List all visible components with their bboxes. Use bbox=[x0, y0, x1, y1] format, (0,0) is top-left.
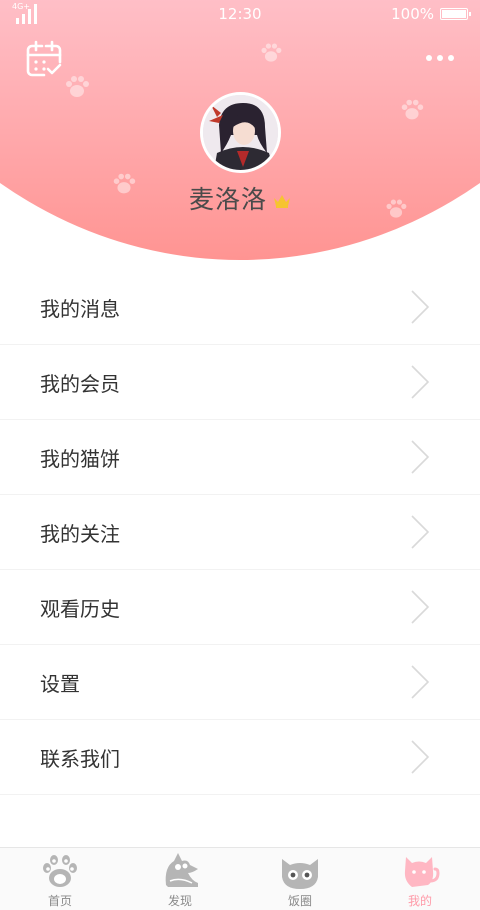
paw-icon bbox=[43, 855, 77, 887]
dot-icon bbox=[426, 55, 432, 61]
battery-icon bbox=[440, 8, 471, 20]
profile-menu: 我的消息 我的会员 我的猫饼 我的关注 观看历史 设置 联系我们 bbox=[0, 270, 480, 795]
dot-icon bbox=[437, 55, 443, 61]
menu-item-label: 观看历史 bbox=[40, 596, 120, 621]
cat-face-icon bbox=[282, 859, 318, 889]
chevron-right-icon bbox=[411, 290, 430, 324]
tab-label: 我的 bbox=[407, 894, 432, 908]
bottom-tab-bar: 首页 发现 饭圈 我的 bbox=[0, 847, 480, 910]
menu-item-messages[interactable]: 我的消息 bbox=[0, 270, 480, 345]
chevron-right-icon bbox=[411, 365, 430, 399]
battery-status: 100% bbox=[391, 5, 471, 23]
tab-label: 首页 bbox=[47, 894, 72, 908]
cat-me-icon bbox=[404, 857, 440, 887]
menu-item-settings[interactable]: 设置 bbox=[0, 645, 480, 720]
chevron-right-icon bbox=[411, 740, 430, 774]
tab-me[interactable]: 我的 bbox=[360, 848, 480, 910]
menu-item-watch-history[interactable]: 观看历史 bbox=[0, 570, 480, 645]
menu-item-label: 设置 bbox=[40, 671, 80, 696]
crown-icon bbox=[274, 195, 290, 208]
avatar[interactable] bbox=[200, 92, 281, 173]
menu-item-following[interactable]: 我的关注 bbox=[0, 495, 480, 570]
more-options-button[interactable] bbox=[420, 48, 460, 68]
dot-icon bbox=[448, 55, 454, 61]
status-bar: 4G+ 12:30 100% bbox=[0, 0, 480, 28]
tab-fan-circle[interactable]: 饭圈 bbox=[240, 848, 360, 910]
menu-item-contact-us[interactable]: 联系我们 bbox=[0, 720, 480, 795]
paw-decoration-icon bbox=[261, 43, 282, 62]
tab-label: 发现 bbox=[167, 894, 192, 908]
chevron-right-icon bbox=[411, 440, 430, 474]
calendar-checkin-icon[interactable] bbox=[24, 40, 64, 78]
tab-home[interactable]: 首页 bbox=[0, 848, 120, 910]
username: 麦洛洛 bbox=[188, 185, 267, 214]
cat-discover-icon bbox=[165, 853, 198, 887]
menu-item-label: 我的猫饼 bbox=[40, 446, 120, 471]
chevron-right-icon bbox=[411, 590, 430, 624]
tab-discover[interactable]: 发现 bbox=[120, 848, 240, 910]
paw-decoration-icon bbox=[66, 76, 89, 97]
menu-item-label: 联系我们 bbox=[40, 746, 120, 771]
tab-label: 饭圈 bbox=[287, 894, 312, 908]
menu-item-cat-cookies[interactable]: 我的猫饼 bbox=[0, 420, 480, 495]
menu-item-label: 我的会员 bbox=[40, 371, 120, 396]
menu-item-membership[interactable]: 我的会员 bbox=[0, 345, 480, 420]
chevron-right-icon bbox=[411, 515, 430, 549]
paw-decoration-icon bbox=[401, 99, 424, 120]
menu-item-label: 我的关注 bbox=[40, 521, 120, 546]
battery-percent: 100% bbox=[391, 5, 434, 23]
menu-item-label: 我的消息 bbox=[40, 296, 120, 321]
profile-header: 4G+ 12:30 100% 麦洛洛 bbox=[0, 0, 480, 265]
chevron-right-icon bbox=[411, 665, 430, 699]
username-row: 麦洛洛 bbox=[0, 180, 480, 216]
